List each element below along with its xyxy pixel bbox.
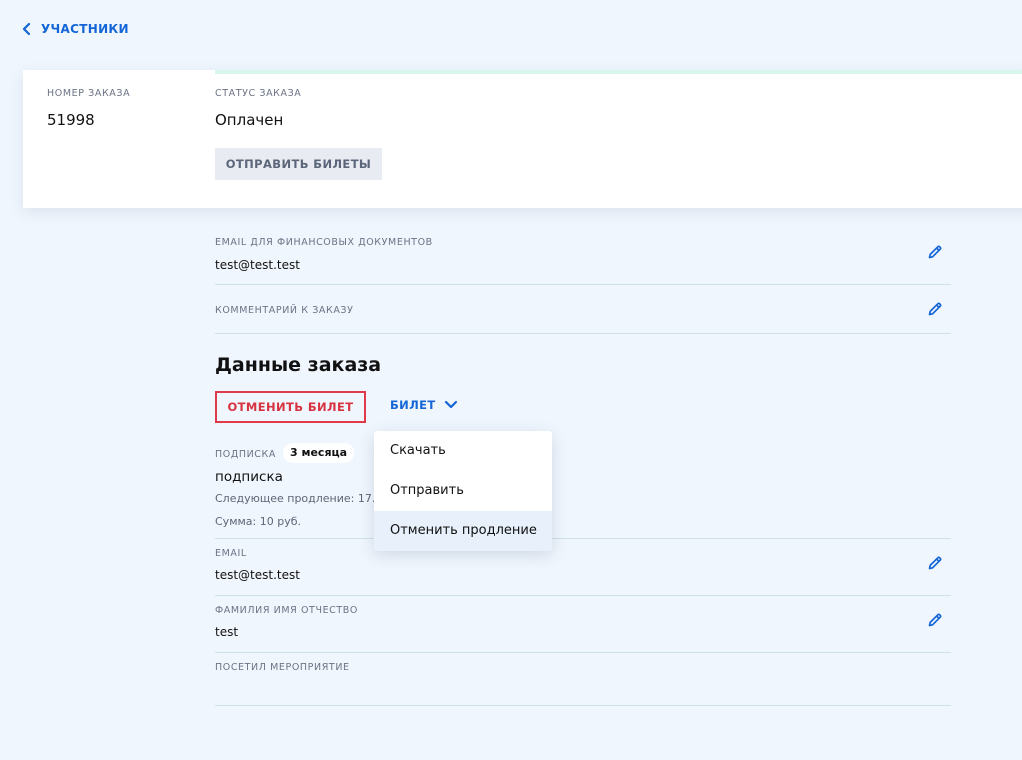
order-data-title: Данные заказа bbox=[215, 354, 382, 376]
dropdown-item-cancel-renewal[interactable]: Отменить продление bbox=[374, 511, 552, 551]
attended-label: ПОСЕТИЛ МЕРОПРИЯТИЕ bbox=[215, 662, 350, 673]
chevron-down-icon bbox=[444, 400, 457, 409]
subscription-badge: 3 месяца bbox=[283, 443, 355, 463]
full-name-value: test bbox=[215, 625, 239, 639]
attended-field: ПОСЕТИЛ МЕРОПРИЯТИЕ bbox=[215, 653, 951, 706]
back-link[interactable]: УЧАСТНИКИ bbox=[21, 22, 129, 36]
subscription-label: ПОДПИСКА bbox=[215, 449, 276, 460]
full-name-field: ФАМИЛИЯ ИМЯ ОТЧЕСТВО test bbox=[215, 596, 951, 653]
order-number-value: 51998 bbox=[47, 111, 95, 129]
comment-label: КОММЕНТАРИЙ К ЗАКАЗУ bbox=[215, 305, 354, 316]
chevron-left-icon bbox=[22, 23, 31, 35]
subscription-amount: Сумма: 10 руб. bbox=[215, 515, 301, 528]
status-accent-bar bbox=[215, 70, 1022, 74]
edit-pencil-icon[interactable] bbox=[927, 301, 943, 317]
attendee-email-value: test@test.test bbox=[215, 568, 300, 582]
ticket-dropdown-toggle[interactable]: БИЛЕТ bbox=[390, 398, 458, 412]
send-tickets-button[interactable]: ОТПРАВИТЬ БИЛЕТЫ bbox=[215, 148, 382, 180]
ticket-dropdown-menu: Скачать Отправить Отменить продление bbox=[374, 431, 552, 551]
finance-email-field: EMAIL ДЛЯ ФИНАНСОВЫХ ДОКУМЕНТОВ test@tes… bbox=[215, 230, 951, 285]
edit-pencil-icon[interactable] bbox=[927, 244, 943, 260]
subscription-name: подписка bbox=[215, 469, 283, 485]
attendee-email-label: EMAIL bbox=[215, 548, 247, 559]
full-name-label: ФАМИЛИЯ ИМЯ ОТЧЕСТВО bbox=[215, 605, 359, 616]
ticket-dropdown-label: БИЛЕТ bbox=[390, 398, 436, 412]
order-status-label: СТАТУС ЗАКАЗА bbox=[215, 88, 302, 99]
back-link-label: УЧАСТНИКИ bbox=[41, 22, 129, 36]
dropdown-item-download[interactable]: Скачать bbox=[374, 431, 552, 471]
cancel-ticket-button[interactable]: ОТМЕНИТЬ БИЛЕТ bbox=[215, 391, 366, 423]
dropdown-item-send[interactable]: Отправить bbox=[374, 471, 552, 511]
finance-email-value: test@test.test bbox=[215, 258, 300, 272]
subscription-next-renewal: Следующее продление: 17. bbox=[215, 492, 376, 505]
edit-pencil-icon[interactable] bbox=[927, 555, 943, 571]
order-card: НОМЕР ЗАКАЗА 51998 СТАТУС ЗАКАЗА Оплачен… bbox=[23, 70, 1022, 208]
comment-field: КОММЕНТАРИЙ К ЗАКАЗУ bbox=[215, 285, 951, 334]
attendee-email-field: EMAIL test@test.test bbox=[215, 539, 951, 596]
order-status-value: Оплачен bbox=[215, 111, 284, 129]
finance-email-label: EMAIL ДЛЯ ФИНАНСОВЫХ ДОКУМЕНТОВ bbox=[215, 237, 433, 248]
edit-pencil-icon[interactable] bbox=[927, 612, 943, 628]
order-number-label: НОМЕР ЗАКАЗА bbox=[47, 88, 131, 99]
